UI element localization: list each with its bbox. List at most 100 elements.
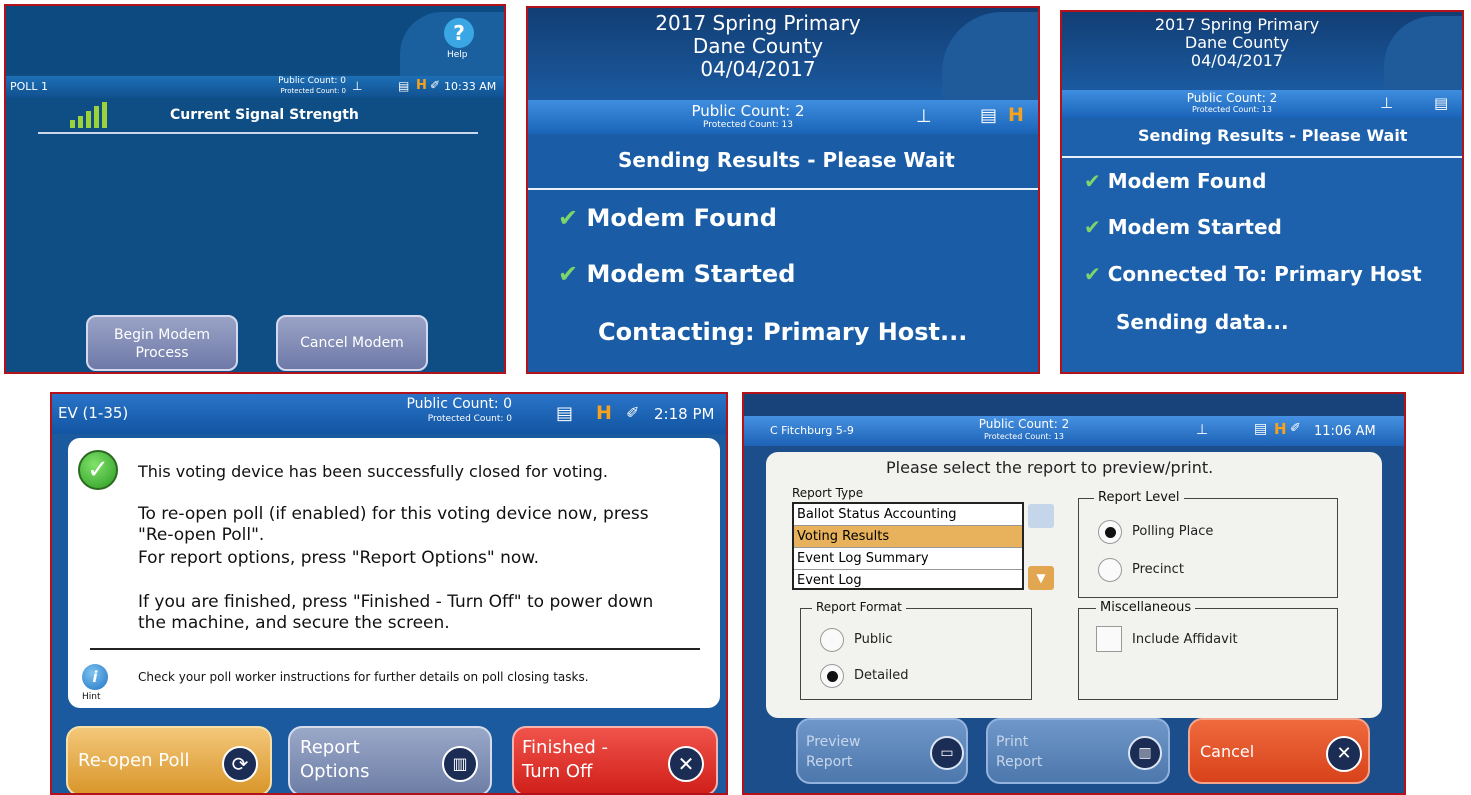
printer-icon: ⊥ [916,106,932,127]
divider [528,188,1038,190]
preview-report-button[interactable]: Preview Report ▭ [796,718,968,784]
printer-icon: ▥ [442,746,478,782]
printer-icon: ⊥ [1380,94,1394,112]
county-name: Dane County [692,34,824,58]
election-title: 2017 Spring Primary [655,11,861,35]
top-banner [744,394,1404,416]
refresh-icon: ⟳ [222,746,258,782]
hint-label: Hint [82,692,101,702]
scroll-up-button[interactable] [1028,504,1054,528]
sending-heading: Sending Results - Please Wait [1138,126,1408,145]
report-options-line-2: Options [300,761,370,782]
report-icon: ▤ [398,79,410,93]
public-count: Public Count: 2 [1186,91,1278,105]
polling-place-radio[interactable] [1098,520,1122,544]
report-options-label: Report Options [300,736,369,784]
finished-turn-off-button[interactable]: Finished - Turn Off ✕ [512,726,718,793]
help-icon[interactable]: ? [444,18,474,48]
save-icon: H [416,78,427,93]
public-radio[interactable] [820,628,844,652]
reopen-instructions: To re-open poll (if enabled) for this vo… [138,504,649,545]
detailed-radio[interactable] [820,664,844,688]
save-icon: H [596,402,612,424]
finish-instructions: If you are finished, press "Finished - T… [138,592,654,633]
status-bar: Public Count: 2 Protected Count: 13 ⊥ ▤ … [528,100,1038,134]
cancel-button[interactable]: Cancel ✕ [1188,718,1370,784]
preview-line-1: Preview [806,734,861,750]
report-instructions: For report options, press "Report Option… [138,548,540,568]
printer-icon: ▥ [1128,736,1162,770]
power-icon: ✐ [430,78,441,92]
cancel-modem-label: Cancel Modem [300,335,404,351]
finished-label: Finished - Turn Off [522,736,608,784]
close-icon: ✕ [1326,736,1362,772]
clock: 10:33 AM [444,80,497,93]
include-affidavit-checkbox[interactable] [1096,626,1122,652]
protected-count: Protected Count: 13 [983,432,1064,441]
divider [90,648,700,650]
check-icon: ✔ [1084,215,1101,239]
sending-results-screen-2: 2017 Spring Primary Dane County 04/04/20… [1060,10,1464,374]
printer-icon: ⊥ [352,79,363,93]
sending-results-screen-1: 2017 Spring Primary Dane County 04/04/20… [526,6,1040,374]
print-report-label: Print Report [996,732,1042,772]
reopen-poll-label: Re-open Poll [78,750,190,771]
precinct-radio[interactable] [1098,558,1122,582]
poll-name: C Fitchburg 5-9 [770,424,854,437]
print-report-button[interactable]: Print Report ▥ [986,718,1170,784]
poll-name: EV (1-35) [58,404,129,422]
status-text: Modem Started [586,260,796,288]
hint-icon: i [82,664,108,690]
election-date: 04/04/2017 [700,57,816,81]
poll-closed-screen: EV (1-35) Public Count: 0 Protected Coun… [50,392,728,795]
protected-count: Protected Count: 13 [1191,105,1272,114]
public-label: Public [854,632,893,647]
check-icon: ✔ [558,260,579,288]
scroll-down-button[interactable]: ▼ [1028,566,1054,590]
status-line-1: ✔ Modem Found [558,204,777,232]
list-item[interactable]: Event Log Summary [794,548,1022,570]
polling-place-label: Polling Place [1132,524,1214,539]
status-bar: POLL 1 Public Count: 0 Protected Count: … [6,76,504,98]
begin-modem-label: Begin Modem Process [113,327,211,361]
status-line-4: Sending data... [1116,310,1289,334]
message-card: ✓ This voting device has been successful… [68,438,720,708]
printer-icon: ⊥ [1196,422,1209,438]
election-banner: 2017 Spring Primary Dane County 04/04/20… [528,8,1038,104]
signal-strength-icon [70,102,107,128]
public-count: Public Count: 0 [278,76,346,86]
preview-line-2: Report [806,754,853,770]
protected-count: Protected Count: 0 [427,414,512,424]
check-icon: ✔ [1084,262,1101,286]
status-bar: EV (1-35) Public Count: 0 Protected Coun… [52,394,726,434]
begin-modem-button[interactable]: Begin Modem Process [86,315,238,371]
status-text: Modem Started [1107,215,1282,239]
divider [38,132,478,134]
list-item[interactable]: Event Log [794,570,1022,592]
prompt: Please select the report to preview/prin… [886,458,1214,477]
success-check-icon: ✓ [78,450,118,490]
county-name: Dane County [1184,33,1290,52]
help-tab[interactable] [1384,16,1462,96]
clock: 11:06 AM [1314,424,1376,439]
print-line-1: Print [996,734,1029,750]
status-line-2: ✔ Modem Started [1084,215,1282,239]
cancel-modem-button[interactable]: Cancel Modem [276,315,428,371]
list-item-selected[interactable]: Voting Results [794,526,1022,548]
help-tab[interactable] [942,12,1038,104]
report-level-label: Report Level [1094,490,1184,505]
election-banner: 2017 Spring Primary Dane County 04/04/20… [1062,12,1462,96]
poll-name: POLL 1 [10,80,49,93]
reopen-poll-button[interactable]: Re-open Poll ⟳ [66,726,272,793]
report-options-button[interactable]: Report Options ▥ [288,726,492,793]
print-line-2: Report [996,754,1043,770]
finished-line-1: Finished - [522,737,608,758]
misc-label: Miscellaneous [1096,600,1196,615]
include-affidavit-label: Include Affidavit [1132,632,1238,647]
sending-heading: Sending Results - Please Wait [618,148,955,172]
report-type-list[interactable]: Ballot Status Accounting Voting Results … [792,502,1024,590]
misc-group [1078,608,1338,700]
list-item[interactable]: Ballot Status Accounting [794,504,1022,526]
hint-text: Check your poll worker instructions for … [138,670,589,684]
report-format-label: Report Format [812,600,906,614]
